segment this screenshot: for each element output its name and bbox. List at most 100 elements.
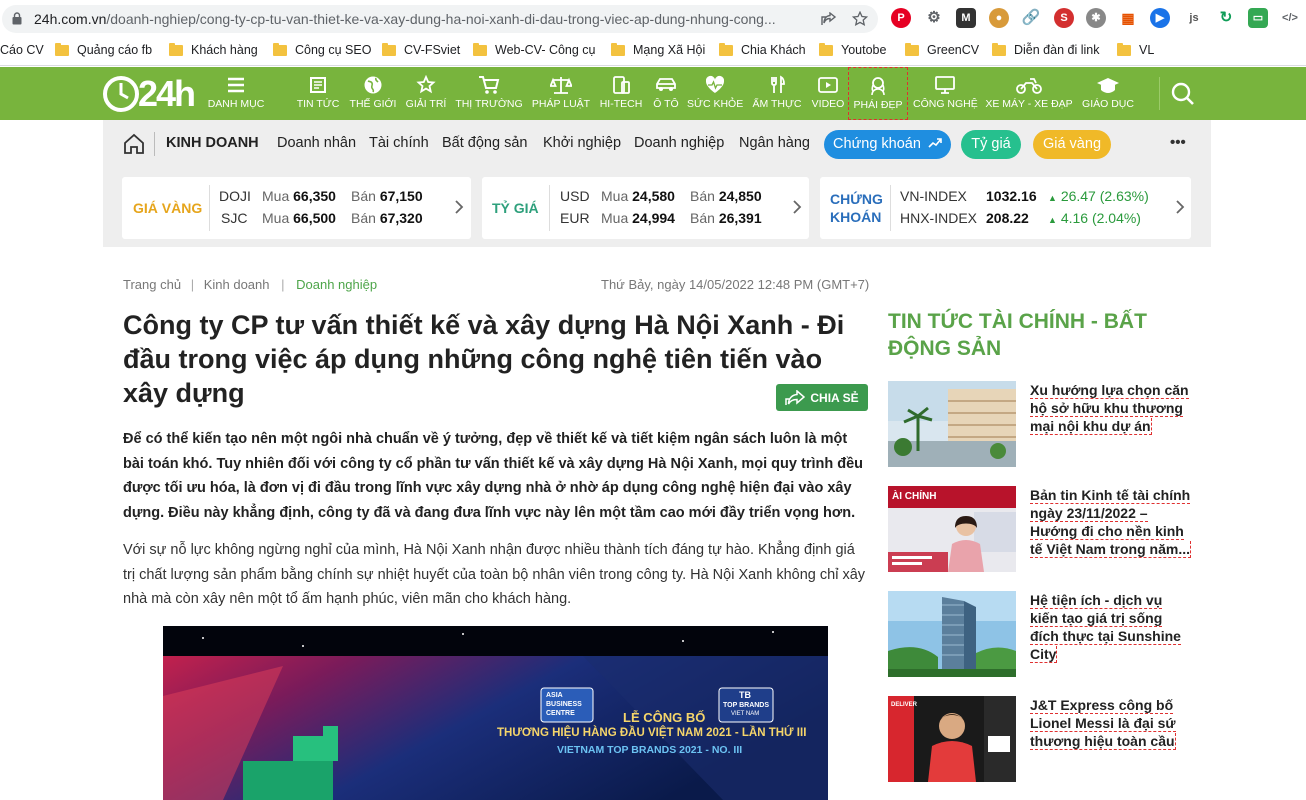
more-dots-icon[interactable]: ••• (1170, 134, 1186, 151)
bookmark-item[interactable]: Chia Khách (719, 42, 806, 57)
folder-icon (905, 42, 919, 56)
bookmark-star-icon[interactable] (852, 11, 868, 27)
tower-building-image (888, 591, 1016, 677)
folder-icon (719, 42, 733, 56)
pinterest-ext-icon[interactable]: P (891, 8, 911, 28)
logo-text: 24h (138, 73, 196, 114)
breadcrumb-home[interactable]: Trang chủ (123, 277, 181, 292)
bookmark-item[interactable]: VL (1117, 42, 1154, 57)
news-title-link[interactable]: Hệ tiện ích - dịch vụ kiến tạo giá trị s… (1030, 592, 1181, 663)
nav-suc-khoe[interactable]: SỨC KHỎE (687, 67, 743, 120)
nav-danh-muc[interactable]: DANH MỤC (203, 67, 269, 120)
graduation-cap-icon (1097, 78, 1119, 93)
hero-caption-subtitle: THƯƠNG HIỆU HÀNG ĐẦU VIỆT NAM 2021 - LẦN… (497, 727, 807, 739)
apartment-resort-image (888, 381, 1016, 467)
cart-icon (479, 76, 500, 94)
address-bar[interactable]: 24h.com.vn/doanh-nghiep/cong-ty-cp-tu-va… (2, 5, 878, 33)
search-icon[interactable] (1171, 82, 1195, 106)
hero-logo1-text: CENTRE (546, 710, 575, 717)
lady-icon (871, 77, 885, 96)
refresh-ext-icon[interactable]: ↻ (1216, 8, 1236, 28)
divider (154, 132, 155, 156)
cat-link-bat-dong-san[interactable]: Bất động sản (442, 135, 527, 151)
bookmark-item[interactable]: Công cụ SEO (273, 42, 371, 57)
main-nav: 24h DANH MỤC TIN TỨC THẾ GIỚI GIẢI TRÍ T… (0, 67, 1306, 120)
folder-icon (611, 42, 625, 56)
bookmark-item[interactable]: Diễn đàn đi link (992, 42, 1099, 57)
bookmark-item[interactable]: Khách hàng (169, 42, 258, 57)
breadcrumb-doanh-nghiep[interactable]: Doanh nghiệp (296, 277, 377, 292)
bookmark-item[interactable]: GreenCV (905, 42, 979, 57)
cat-link-doanh-nghiep[interactable]: Doanh nghiệp (634, 135, 724, 151)
messi-jt-express-image (888, 696, 1016, 782)
category-title[interactable]: KINH DOANH (166, 135, 259, 151)
star-icon (416, 75, 436, 94)
link-ext-icon[interactable]: 🔗 (1021, 8, 1041, 28)
scale-icon (550, 77, 572, 94)
bookmark-item[interactable]: Mạng Xã Hội (611, 42, 705, 57)
news-thumbnail[interactable]: DELIVER (888, 696, 1016, 782)
news-thumbnail[interactable] (888, 591, 1016, 677)
nav-phai-dep[interactable]: PHÁI ĐẸP (848, 67, 908, 120)
grid-ext-icon[interactable]: ▦ (1118, 8, 1138, 28)
gold-ticker[interactable]: GIÁ VÀNG DOJI Mua 66,350 Bán 67,150 SJC … (122, 177, 471, 239)
newspaper-icon (310, 77, 326, 93)
breadcrumb-kinh-doanh[interactable]: Kinh doanh (204, 277, 270, 292)
nav-phap-luat[interactable]: PHÁP LUẬT (530, 67, 592, 120)
nav-o-to[interactable]: Ô TÔ (650, 67, 682, 120)
settings-ext-icon[interactable]: ✱ (1086, 8, 1106, 28)
home-icon[interactable] (122, 132, 146, 156)
breadcrumb: Trang chủ | Kinh doanh | Doanh nghiệp (123, 277, 378, 292)
bookmark-item[interactable]: Web-CV- Công cụ (473, 42, 596, 57)
cat-link-tai-chinh[interactable]: Tài chính (369, 135, 429, 151)
news-title-link[interactable]: J&T Express công bố Lionel Messi là đại … (1030, 697, 1176, 750)
bookmark-item[interactable]: Youtobe (819, 42, 886, 57)
nav-xe-may[interactable]: XE MÁY - XE ĐẠP (985, 67, 1073, 120)
m-ext-icon[interactable]: M (956, 8, 976, 28)
news-title-link[interactable]: Xu hướng lựa chọn căn hộ sở hữu khu thươ… (1030, 382, 1189, 435)
sidebar-news-item[interactable]: DELIVER J&T Express công bố Lionel Messi… (888, 696, 1193, 784)
nav-tin-tuc[interactable]: TIN TỨC (294, 67, 342, 120)
news-thumbnail[interactable] (888, 381, 1016, 467)
js-ext-icon[interactable]: js (1184, 8, 1204, 28)
fx-ticker[interactable]: TỶ GIÁ USD Mua 24,580 Bán 24,850 EUR Mua… (482, 177, 809, 239)
nav-hi-tech[interactable]: HI-TECH (598, 67, 644, 120)
cookie-ext-icon[interactable]: ● (989, 8, 1009, 28)
sidebar-news-item[interactable]: Xu hướng lựa chọn căn hộ sở hữu khu thươ… (888, 381, 1193, 469)
nav-giai-tri[interactable]: GIẢI TRÍ (403, 67, 449, 120)
screen-ext-icon[interactable]: ▭ (1248, 8, 1268, 28)
lock-icon (12, 12, 22, 25)
bookmark-item[interactable]: CV-FSviet (382, 42, 460, 57)
hero-caption-title: LỄ CÔNG BỐ (623, 710, 706, 725)
cat-link-ngan-hang[interactable]: Ngân hàng (739, 135, 810, 151)
nav-video[interactable]: VIDEO (808, 67, 848, 120)
cat-link-khoi-nghiep[interactable]: Khởi nghiệp (543, 135, 621, 151)
nav-cong-nghe[interactable]: CÔNG NGHỆ (913, 67, 978, 120)
nav-thi-truong[interactable]: THỊ TRƯỜNG (455, 67, 523, 120)
bookmark-item[interactable]: Quảng cáo fb (55, 42, 152, 57)
bookmark-item[interactable]: Cáo CV (0, 43, 44, 57)
car-icon (656, 78, 676, 91)
pill-ty-gia[interactable]: Tỷ giá (961, 130, 1021, 159)
nav-am-thuc[interactable]: ẨM THỰC (752, 67, 802, 120)
article-paragraph: Với sự nỗ lực không ngừng nghỉ của mình,… (123, 542, 866, 607)
nav-giao-duc[interactable]: GIÁO DỤC (1080, 67, 1136, 120)
nav-the-gioi[interactable]: THẾ GIỚI (348, 67, 398, 120)
stock-ticker[interactable]: CHỨNG KHOÁN VN-INDEX 1032.16 ▲ 26.47 (2.… (820, 177, 1191, 239)
share-button[interactable]: CHIA SẺ (776, 384, 868, 411)
cat-link-doanh-nhan[interactable]: Doanh nhân (277, 135, 356, 151)
site-logo[interactable]: 24h (102, 73, 196, 115)
hero-logo1-text: BUSINESS (546, 701, 582, 708)
news-title-link[interactable]: Bản tin Kinh tế tài chính ngày 23/11/202… (1030, 487, 1191, 558)
share-page-icon[interactable] (821, 12, 837, 26)
gear-ext-icon[interactable]: ⚙ (924, 8, 944, 28)
seo-ext-icon[interactable]: S (1054, 8, 1074, 28)
code-ext-icon[interactable]: </> (1280, 8, 1300, 28)
play-ext-icon[interactable]: ▶ (1150, 8, 1170, 28)
news-thumbnail[interactable]: ÀI CHÍNH (888, 486, 1016, 572)
folder-icon (819, 42, 833, 56)
sidebar-news-item[interactable]: Hệ tiện ích - dịch vụ kiến tạo giá trị s… (888, 591, 1193, 679)
pill-chung-khoan[interactable]: Chứng khoán (824, 130, 951, 159)
pill-gia-vang[interactable]: Giá vàng (1033, 130, 1111, 159)
sidebar-news-item[interactable]: ÀI CHÍNH Bản tin Kinh tế tài chính ngày … (888, 486, 1193, 574)
